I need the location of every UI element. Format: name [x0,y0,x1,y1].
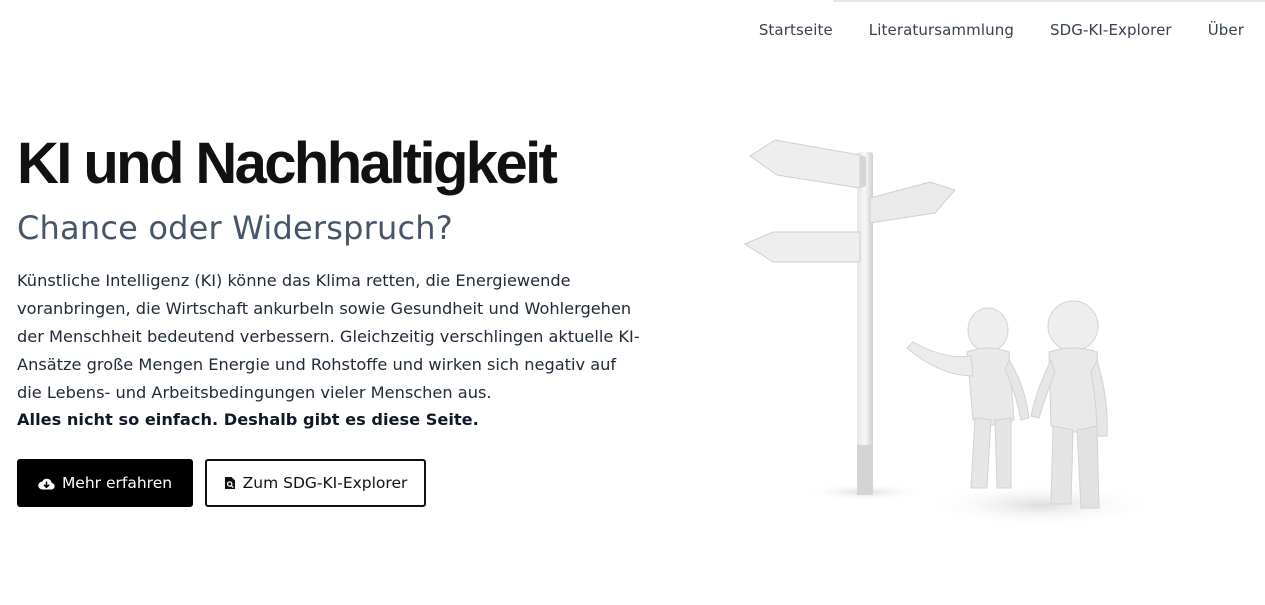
person-figure-icon [906,307,1030,489]
hero-emphasis: Alles nicht so einfach. Deshalb gibt es … [17,410,479,429]
hero-title: KI und Nachhaltigkeit [17,131,558,196]
hero-paragraph: Künstliche Intelligenz (KI) könne das Kl… [17,271,640,402]
main-navigation: Startseite Literatursammlung SDG-KI-Expl… [759,21,1244,39]
top-divider [833,0,1265,2]
signpost-icon [743,139,956,495]
nav-item-literatursammlung[interactable]: Literatursammlung [869,21,1014,39]
cloud-download-icon [38,477,55,490]
mehr-erfahren-label: Mehr erfahren [61,474,173,492]
mehr-erfahren-button[interactable]: Mehr erfahren [17,459,193,507]
hero-illustration [735,120,1155,540]
nav-item-startseite[interactable]: Startseite [759,21,833,39]
hero-subtitle: Chance oder Widerspruch? [17,209,453,247]
sdg-ki-explorer-label: Zum SDG-KI-Explorer [242,474,408,492]
nav-item-sdg-ki-explorer[interactable]: SDG-KI-Explorer [1050,21,1172,39]
person-figure-icon [1030,300,1108,509]
file-search-icon [224,476,236,490]
sdg-ki-explorer-button[interactable]: Zum SDG-KI-Explorer [205,459,426,507]
nav-item-ueber[interactable]: Über [1208,21,1244,39]
